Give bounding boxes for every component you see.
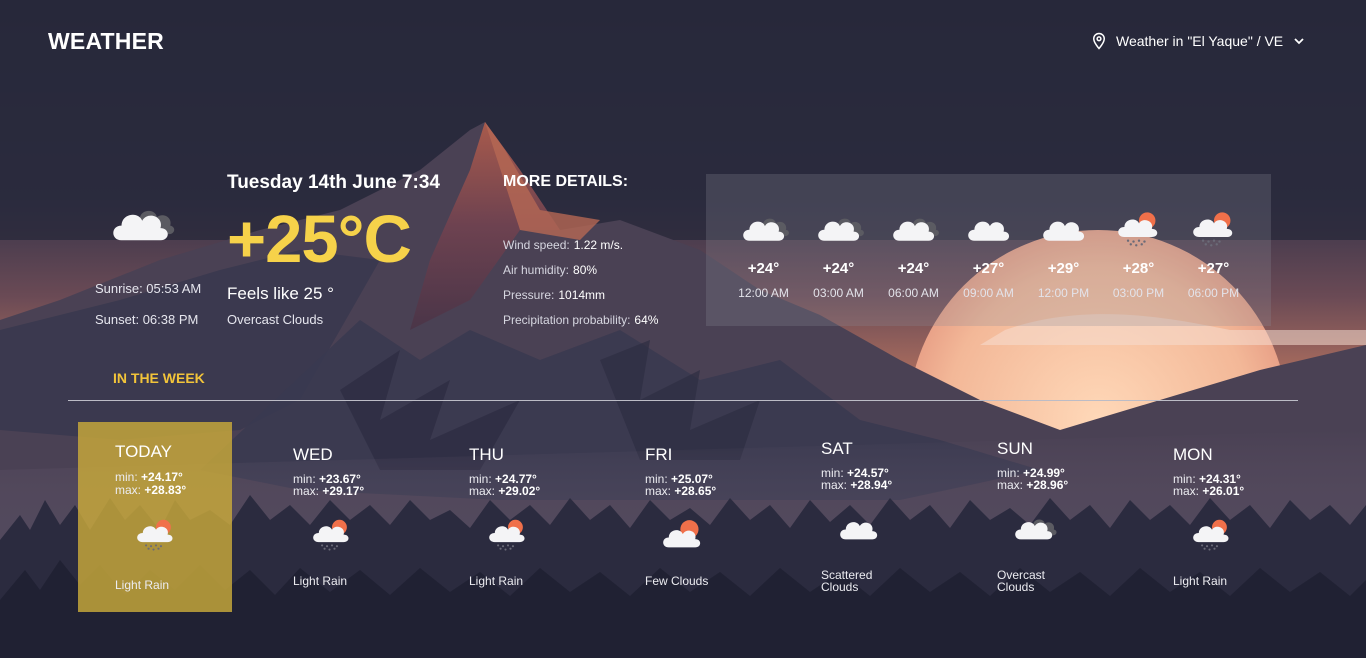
day-max: max: +29.02°: [469, 484, 541, 498]
hourly-time: 12:00 AM: [738, 286, 789, 300]
day-condition: Light Rain: [469, 574, 524, 588]
chevron-down-icon: [1294, 38, 1304, 45]
detail-value: 1.22 m/s.: [573, 238, 624, 252]
day-name-sun[interactable]: SUN: [997, 439, 1033, 459]
detail-air-humidity: Air humidity: 80%: [503, 263, 597, 277]
detail-label: Air humidity:: [503, 263, 570, 277]
app-title: WEATHER: [48, 28, 164, 54]
hourly-item: +24° 03:00 AM: [801, 174, 876, 326]
divider: [68, 400, 1298, 401]
hourly-item: +24° 06:00 AM: [876, 174, 951, 326]
location-pin-icon: [1092, 32, 1106, 50]
sunset-time: Sunset: 06:38 PM: [95, 312, 199, 327]
day-max: max: +28.94°: [821, 478, 893, 492]
cloud-icon: [960, 206, 1018, 248]
overcast-clouds-icon: [810, 206, 868, 248]
day-condition: Few Clouds: [645, 574, 709, 588]
hourly-forecast-panel: +24° 12:00 AM +24° 03:00 AM +24° 06:00 AM +…: [706, 174, 1271, 326]
day-max: max: +28.65°: [645, 484, 717, 498]
hourly-item: +29° 12:00 PM: [1026, 174, 1101, 326]
location-label: Weather in "El Yaque" / VE: [1116, 33, 1284, 49]
cloud-icon: [1035, 206, 1093, 248]
detail-wind-speed: Wind speed: 1.22 m/s.: [503, 238, 623, 252]
detail-value: 1014mm: [558, 288, 606, 302]
light-rain-icon: [1110, 206, 1168, 248]
day-condition: Light Rain: [115, 578, 170, 592]
day-max: max: +28.83°: [115, 483, 187, 497]
overcast-clouds-icon: [885, 206, 943, 248]
detail-label: Precipitation probability:: [503, 313, 631, 327]
day-condition: Light Rain: [1173, 574, 1228, 588]
day-name-wed[interactable]: WED: [293, 445, 333, 465]
detail-value: 80%: [573, 263, 598, 277]
day-name-thu[interactable]: THU: [469, 445, 504, 465]
location-selector[interactable]: Weather in "El Yaque" / VE: [1090, 32, 1305, 50]
hourly-time: 06:00 AM: [888, 286, 939, 300]
day-name-fri[interactable]: FRI: [645, 445, 672, 465]
hourly-time: 03:00 PM: [1112, 286, 1165, 300]
detail-label: Wind speed:: [503, 238, 570, 252]
hourly-time: 09:00 AM: [963, 286, 1014, 300]
scattered-clouds-icon: [833, 508, 885, 546]
sunrise-time: Sunrise: 05:53 AM: [95, 281, 202, 296]
day-max: max: +28.96°: [997, 478, 1069, 492]
overcast-clouds-icon: [100, 194, 182, 250]
day-min: min: +24.17°: [115, 470, 183, 484]
detail-value: 64%: [634, 313, 659, 327]
detail-label: Pressure:: [503, 288, 555, 302]
hourly-item: +27° 09:00 AM: [951, 174, 1026, 326]
week-section-title: IN THE WEEK: [113, 370, 205, 386]
hourly-temp: +29°: [1047, 260, 1080, 277]
light-rain-icon: [1185, 206, 1243, 248]
day-condition: Light Rain: [293, 574, 348, 588]
hourly-time: 12:00 PM: [1037, 286, 1090, 300]
day-name-mon[interactable]: MON: [1173, 445, 1213, 465]
hourly-item: +27° 06:00 PM: [1176, 174, 1251, 326]
hourly-temp: +27°: [972, 260, 1005, 277]
hourly-temp: +28°: [1122, 260, 1155, 277]
hourly-temp: +24°: [897, 260, 930, 277]
light-rain-icon: [306, 514, 358, 552]
detail-pressure: Pressure: 1014mm: [503, 288, 605, 302]
more-details-title: MORE DETAILS:: [503, 173, 629, 190]
hourly-temp: +27°: [1197, 260, 1230, 277]
hourly-item: +24° 12:00 AM: [726, 174, 801, 326]
light-rain-icon: [1186, 514, 1238, 552]
few-clouds-icon: [656, 516, 708, 554]
current-datetime: Tuesday 14th June 7:34: [227, 172, 440, 193]
day-max: max: +29.17°: [293, 484, 365, 498]
detail-precipitation: Precipitation probability: 64%: [503, 313, 658, 327]
day-name-sat[interactable]: SAT: [821, 439, 853, 459]
hourly-item: +28° 03:00 PM: [1101, 174, 1176, 326]
hourly-time: 03:00 AM: [813, 286, 864, 300]
overcast-clouds-icon: [735, 206, 793, 248]
hourly-temp: +24°: [747, 260, 780, 277]
day-condition-line2: Clouds: [997, 580, 1035, 594]
feels-like: Feels like 25 °: [227, 284, 334, 303]
light-rain-icon: [482, 514, 534, 552]
overcast-clouds-icon: [1008, 508, 1060, 546]
hourly-time: 06:00 PM: [1187, 286, 1240, 300]
day-max: max: +26.01°: [1173, 484, 1245, 498]
day-name-today[interactable]: TODAY: [115, 442, 172, 462]
light-rain-icon: [130, 514, 182, 552]
day-condition-line2: Clouds: [821, 580, 859, 594]
current-temperature: +25°C: [227, 202, 412, 277]
current-condition: Overcast Clouds: [227, 312, 324, 327]
hourly-temp: +24°: [822, 260, 855, 277]
